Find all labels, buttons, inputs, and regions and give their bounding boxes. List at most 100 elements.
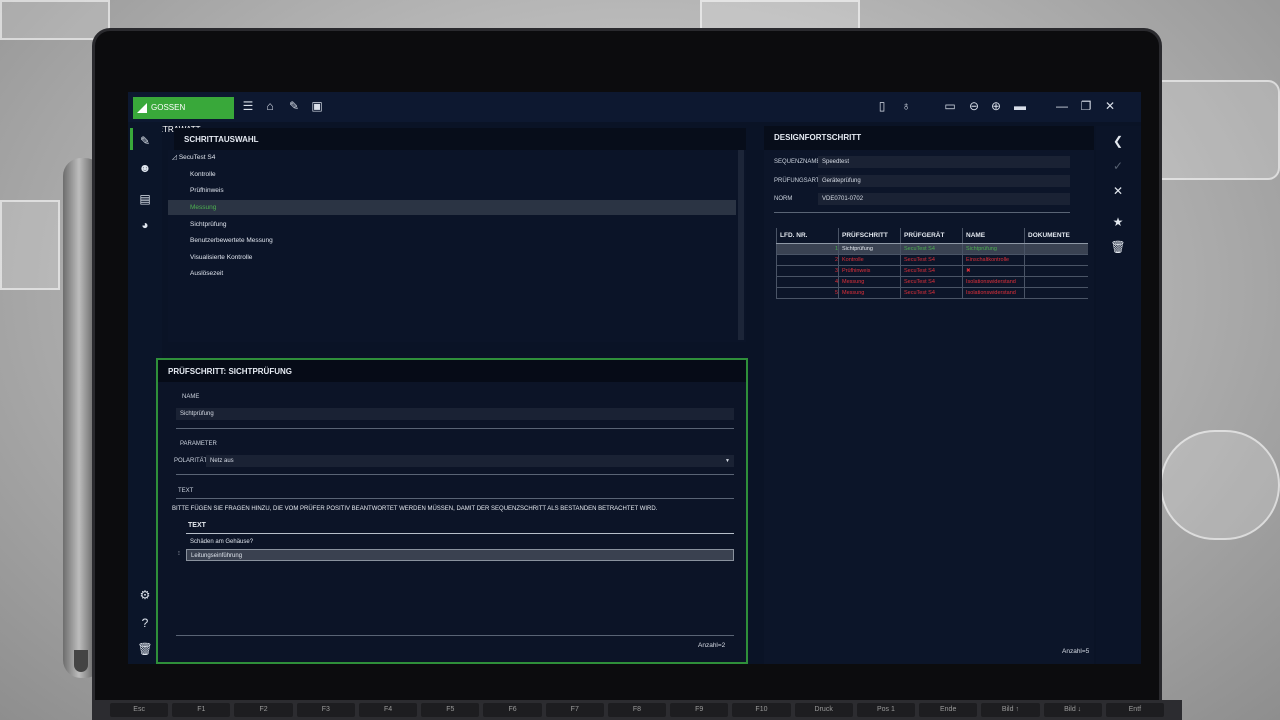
zoom-in-icon[interactable]: ⊕ — [988, 98, 1004, 114]
design-steps-table: LFD. NR. PRÜFSCHRITT PRÜFGERÄT NAME DOKU… — [776, 228, 1088, 299]
table-row[interactable]: 1 Sichtprüfung SecuTest S4 Sichtprüfung — [776, 244, 1088, 255]
polarity-select[interactable]: Netz aus ▼ — [206, 455, 734, 467]
table-cell-step: Sichtprüfung — [838, 244, 900, 254]
column-header: NAME — [962, 228, 1024, 243]
tree-item-pruefhinweis[interactable]: Prüfhinweis — [168, 183, 736, 198]
home-icon[interactable]: ⌂ — [262, 98, 278, 114]
tree-item-sichtpruefung[interactable]: Sichtprüfung — [168, 217, 736, 232]
divider — [176, 428, 734, 429]
table-cell-name: Isolationswiderstand — [962, 277, 1024, 287]
plug-icon[interactable]: ✎ — [286, 98, 302, 114]
keyboard-key: Entf — [1105, 703, 1164, 717]
divider — [176, 474, 734, 475]
title-bar: GOSSEN METRAWATT ☰ ⌂ ✎ ▣ ▯ ♁ ▭ ⊖ ⊕ ▬ — ❐… — [128, 92, 1141, 134]
tree-item-messung[interactable]: Messung — [168, 200, 736, 215]
table-cell-nr: 3 — [776, 266, 838, 276]
trash-icon[interactable]: 🗑 — [1110, 239, 1126, 255]
screen-icon[interactable]: ▭ — [942, 98, 958, 114]
polarity-label: POLARITÄT — [174, 458, 208, 464]
keyboard-key: Bild ↓ — [1043, 703, 1102, 717]
clipboard-icon[interactable]: ▤ — [136, 190, 154, 208]
zoom-out-icon[interactable]: ⊖ — [966, 98, 982, 114]
background-hexagon — [700, 0, 860, 30]
table-cell-device: SecuTest S4 — [900, 255, 962, 265]
star-icon[interactable]: ★ — [1110, 214, 1126, 230]
question-input[interactable]: Leitungseinführung — [186, 549, 734, 561]
back-icon[interactable]: ❮ — [1110, 133, 1126, 149]
table-cell-step: Prüfhinweis — [838, 266, 900, 276]
background-hexagon — [0, 200, 60, 290]
trash-icon[interactable]: 🗑 — [136, 640, 154, 658]
table-row[interactable]: 2 Kontrolle SecuTest S4 Einschaltkontrolle — [776, 255, 1088, 266]
step-detail-title: PRÜFSCHRITT: SICHTPRÜFUNG — [158, 360, 746, 382]
app-window: GOSSEN METRAWATT ☰ ⌂ ✎ ▣ ▯ ♁ ▭ ⊖ ⊕ ▬ — ❐… — [128, 92, 1141, 664]
close-icon[interactable]: ✕ — [1110, 183, 1126, 199]
table-row[interactable]: 4 Messung SecuTest S4 Isolationswiderstand — [776, 277, 1088, 288]
tree-root-label: SecuTest S4 — [178, 154, 216, 161]
settings-icon[interactable]: ⚙ — [136, 586, 154, 604]
design-progress-panel: DESIGNFORTSCHRITT SEQUENZNAME Speedtest … — [764, 126, 1094, 664]
divider — [186, 533, 734, 534]
step-detail-panel: PRÜFSCHRITT: SICHTPRÜFUNG NAME Sichtprüf… — [156, 358, 748, 664]
question-row[interactable]: Schäden am Gehäuse? — [186, 536, 734, 548]
brand-logo: GOSSEN METRAWATT — [133, 97, 234, 134]
table-cell-step: Kontrolle — [838, 255, 900, 265]
tree-item-ausloesezeit[interactable]: Auslösezeit — [168, 266, 736, 281]
tree-item-kontrolle[interactable]: Kontrolle — [168, 167, 736, 182]
chart-icon[interactable]: ◕ — [136, 216, 154, 234]
table-cell-doc — [1024, 288, 1088, 298]
table-cell-step: Messung — [838, 288, 900, 298]
menu-icon[interactable]: ☰ — [240, 98, 256, 114]
column-header: PRÜFSCHRITT — [838, 228, 900, 243]
step-count: Anzahl=5 — [1062, 648, 1090, 655]
bulb-icon[interactable]: ♁ — [898, 98, 914, 114]
help-icon[interactable]: ? — [136, 614, 154, 632]
minimize-icon[interactable]: — — [1054, 98, 1070, 114]
right-action-bar: ❮ ✓ ✕ ★ 🗑 — [1096, 126, 1141, 664]
divider — [176, 498, 734, 499]
tree-item-visualisierte-kontrolle[interactable]: Visualisierte Kontrolle — [168, 250, 736, 265]
edit-icon[interactable]: ▣ — [309, 98, 325, 114]
divider — [774, 212, 1070, 213]
table-cell-doc — [1024, 266, 1088, 276]
tree-scrollbar[interactable] — [738, 150, 744, 340]
parameter-label: PARAMETER — [180, 441, 217, 447]
sequence-name-label: SEQUENZNAME — [774, 159, 821, 165]
keyboard-key: F10 — [732, 703, 791, 717]
layout-icon[interactable]: ▬ — [1012, 98, 1028, 114]
keyboard-key: Esc — [110, 703, 169, 717]
divider — [176, 635, 734, 636]
keyboard-key: F6 — [483, 703, 542, 717]
restore-icon[interactable]: ❐ — [1078, 98, 1094, 114]
norm-field[interactable]: VDE0701-0702 — [818, 193, 1070, 205]
table-cell-device: SecuTest S4 — [900, 266, 962, 276]
plug-icon[interactable]: ✎ — [136, 132, 154, 150]
sequence-name-field[interactable]: Speedtest — [818, 156, 1070, 168]
design-progress-title: DESIGNFORTSCHRITT — [764, 126, 1094, 150]
close-icon[interactable]: ✕ — [1102, 98, 1118, 114]
table-row[interactable]: 5 Messung SecuTest S4 Isolationswiderstand — [776, 288, 1088, 299]
keyboard-key: F7 — [545, 703, 604, 717]
tree-item-benutzer-messung[interactable]: Benutzerbewertete Messung — [168, 233, 736, 248]
test-type-field[interactable]: Geräteprüfung — [818, 175, 1070, 187]
check-icon[interactable]: ✓ — [1110, 158, 1126, 174]
error-icon: ✖ — [966, 268, 971, 274]
name-label: NAME — [182, 394, 200, 400]
table-cell-doc — [1024, 255, 1088, 265]
background-hexagon — [0, 0, 110, 40]
table-cell-nr: 1 — [776, 244, 838, 254]
table-row[interactable]: 3 Prüfhinweis SecuTest S4 ✖ — [776, 266, 1088, 277]
questions-column-header: TEXT — [188, 522, 206, 529]
stylus-tip — [74, 650, 88, 672]
table-cell-name: Einschaltkontrolle — [962, 255, 1024, 265]
question-count: Anzahl=2 — [698, 642, 726, 649]
face-icon[interactable]: ☻ — [136, 159, 154, 177]
panel-icon[interactable]: ▯ — [874, 98, 890, 114]
table-header: LFD. NR. PRÜFSCHRITT PRÜFGERÄT NAME DOKU… — [776, 228, 1088, 244]
row-handle-icon[interactable]: ⁝ — [178, 550, 180, 557]
step-tree: ◿ SecuTest S4 Kontrolle Prüfhinweis Mess… — [168, 150, 746, 342]
tree-root[interactable]: ◿ SecuTest S4 — [168, 150, 736, 165]
name-field[interactable]: Sichtprüfung — [176, 408, 734, 420]
table-cell-name: Sichtprüfung — [962, 244, 1024, 254]
column-header: DOKUMENTE — [1024, 228, 1088, 243]
